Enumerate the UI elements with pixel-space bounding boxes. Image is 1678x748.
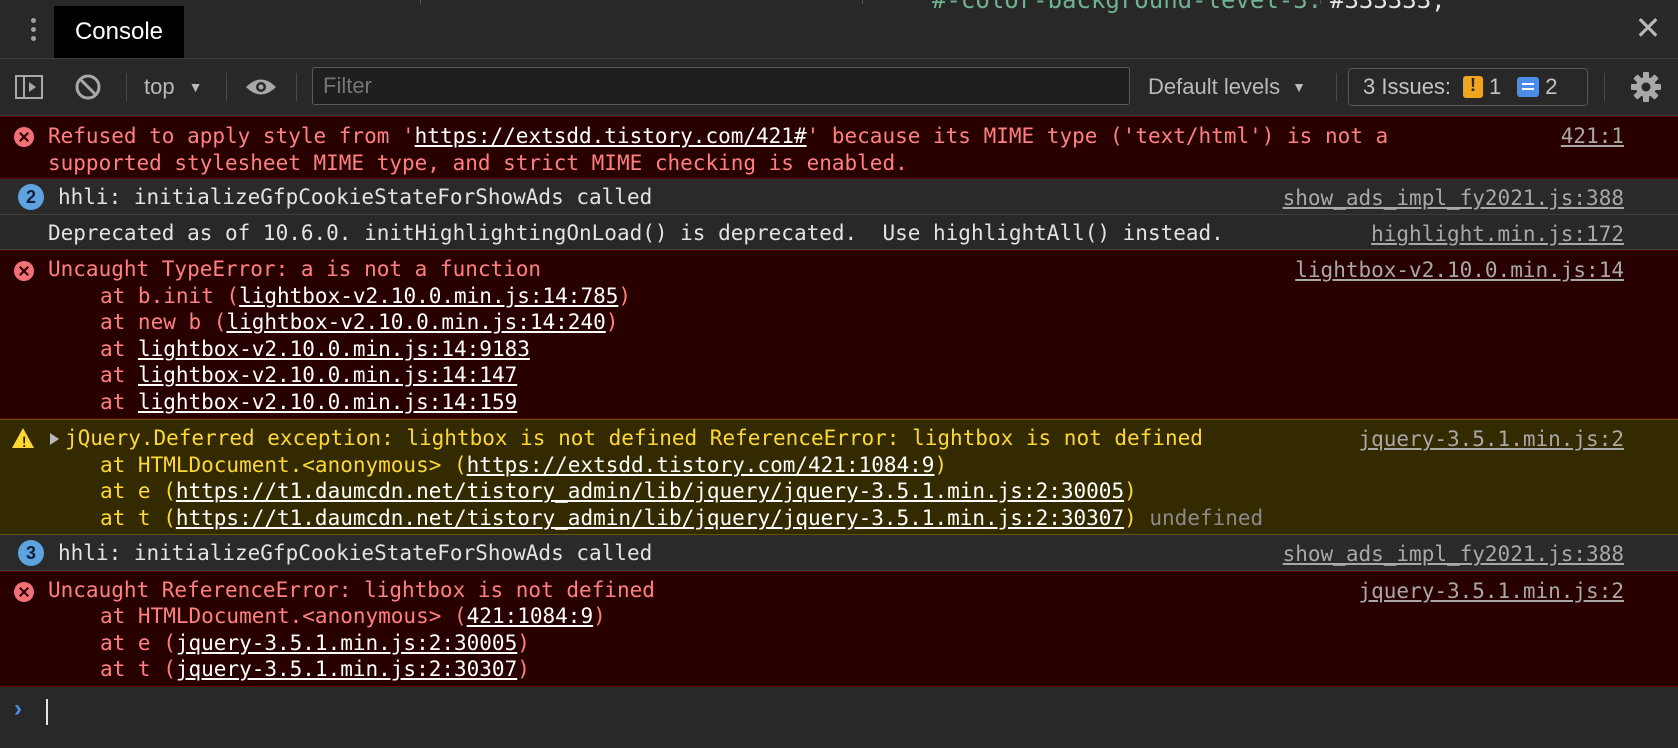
stack-link[interactable]: lightbox-v2.10.0.min.js:14:240: [226, 310, 605, 334]
stack-link[interactable]: https://t1.daumcdn.net/tistory_admin/lib…: [176, 479, 1124, 503]
stack-frame: at e (jquery-3.5.1.min.js:2:30005): [100, 630, 530, 655]
stack-frame: at t (https://t1.daumcdn.net/tistory_adm…: [100, 505, 1264, 530]
source-link[interactable]: highlight.min.js:172: [1371, 221, 1624, 248]
divider: [226, 73, 227, 101]
text-caret: [46, 698, 48, 725]
divider: [862, 0, 863, 4]
background-code-snippet: #-color-background-level-3:: [932, 0, 1323, 14]
message-link[interactable]: https://extsdd.tistory.com/421#: [415, 124, 807, 148]
source-link[interactable]: 421:1: [1561, 123, 1624, 150]
stack-frame: at HTMLDocument.<anonymous> (https://ext…: [100, 452, 948, 477]
drawer-header: #-color-background-level-3: #333333; Con…: [0, 0, 1678, 59]
stack-link[interactable]: https://extsdd.tistory.com/421:1084:9: [467, 453, 935, 477]
divider: [1604, 73, 1605, 101]
stack-link[interactable]: lightbox-v2.10.0.min.js:14:785: [239, 284, 618, 308]
message-text: jQuery.Deferred exception: lightbox is n…: [65, 426, 1203, 450]
source-link[interactable]: jquery-3.5.1.min.js:2: [1358, 426, 1624, 453]
console-prompt[interactable]: ›: [0, 687, 1678, 735]
console-message-error: Uncaught TypeError: a is not a function …: [0, 250, 1678, 419]
issues-button[interactable]: 3 Issues: 1 2: [1348, 68, 1588, 106]
prompt-chevron-icon: ›: [14, 694, 22, 722]
stack-frame: at lightbox-v2.10.0.min.js:14:9183: [100, 336, 530, 361]
expand-arrow-icon[interactable]: [50, 433, 59, 445]
issues-info-count: 2: [1545, 74, 1558, 99]
close-icon[interactable]: ✕: [1632, 12, 1664, 44]
stack-link[interactable]: lightbox-v2.10.0.min.js:14:147: [138, 363, 517, 387]
error-icon: [14, 261, 34, 281]
background-code-value: #333333;: [1330, 0, 1446, 14]
return-value: undefined: [1149, 505, 1264, 530]
warning-icon: [12, 428, 34, 457]
repeat-count-badge: 2: [18, 184, 44, 210]
tab-console[interactable]: Console: [54, 6, 184, 58]
console-message-info: 2 hhli: initializeGfpCookieStateForShowA…: [0, 179, 1678, 215]
console-toolbar: top ▼ Default levels ▼ 3 Issues: 1 2: [0, 59, 1678, 116]
console-messages: Refused to apply style from 'https://ext…: [0, 116, 1678, 735]
console-message-error: Refused to apply style from 'https://ext…: [0, 116, 1678, 179]
stack-frame: at HTMLDocument.<anonymous> (421:1084:9): [100, 604, 606, 628]
filter-input[interactable]: [312, 67, 1130, 105]
source-link[interactable]: show_ads_impl_fy2021.js:388: [1283, 541, 1624, 568]
stack-frame: at e (https://t1.daumcdn.net/tistory_adm…: [100, 479, 1137, 503]
stack-link[interactable]: jquery-3.5.1.min.js:2:30307: [176, 657, 517, 681]
repeat-count-badge: 3: [18, 540, 44, 566]
stack-frame: at lightbox-v2.10.0.min.js:14:159: [100, 389, 518, 414]
log-levels-label: Default levels: [1148, 74, 1281, 99]
issues-label: 3 Issues:: [1363, 74, 1452, 99]
source-link[interactable]: lightbox-v2.10.0.min.js:14: [1295, 257, 1624, 284]
console-message-error: Uncaught ReferenceError: lightbox is not…: [0, 570, 1678, 687]
warning-badge-icon: [1463, 75, 1484, 98]
console-message-info: Deprecated as of 10.6.0. initHighlightin…: [0, 214, 1678, 250]
issues-warn-count: 1: [1489, 74, 1502, 99]
divider: [1320, 0, 1321, 4]
stack-link[interactable]: 421:1084:9: [467, 604, 593, 628]
eye-icon[interactable]: [244, 59, 278, 115]
stack-link[interactable]: jquery-3.5.1.min.js:2:30005: [176, 631, 517, 655]
divider: [1336, 73, 1337, 101]
source-link[interactable]: show_ads_impl_fy2021.js:388: [1283, 185, 1624, 212]
stack-frame: at b.init (lightbox-v2.10.0.min.js:14:78…: [100, 283, 632, 308]
context-label: top: [144, 74, 175, 99]
error-icon: [14, 581, 34, 602]
sidebar-toggle-icon[interactable]: [14, 59, 44, 115]
stack-frame: at t (jquery-3.5.1.min.js:2:30307): [100, 657, 530, 681]
divider: [420, 0, 421, 4]
context-selector[interactable]: top ▼: [144, 59, 202, 115]
info-badge-icon: [1517, 77, 1540, 97]
source-link[interactable]: jquery-3.5.1.min.js:2: [1358, 578, 1624, 605]
stack-link[interactable]: lightbox-v2.10.0.min.js:14:159: [138, 390, 517, 414]
gear-icon[interactable]: [1630, 59, 1662, 115]
stack-link[interactable]: lightbox-v2.10.0.min.js:14:9183: [138, 337, 530, 361]
stack-frame: at new b (lightbox-v2.10.0.min.js:14:240…: [100, 310, 619, 334]
stack-frame: at lightbox-v2.10.0.min.js:14:147: [100, 363, 518, 387]
error-icon: [14, 127, 34, 147]
chevron-down-icon: ▼: [188, 79, 203, 95]
stack-link[interactable]: https://t1.daumcdn.net/tistory_admin/lib…: [176, 506, 1124, 530]
console-message-warning: jQuery.Deferred exception: lightbox is n…: [0, 419, 1678, 535]
console-message-info: 3 hhli: initializeGfpCookieStateForShowA…: [0, 535, 1678, 571]
log-levels-dropdown[interactable]: Default levels ▼: [1148, 59, 1306, 115]
chevron-down-icon: ▼: [1292, 79, 1306, 95]
clear-console-icon[interactable]: [74, 59, 102, 115]
divider: [126, 73, 127, 101]
divider: [296, 73, 297, 101]
more-options-icon[interactable]: [20, 14, 46, 44]
